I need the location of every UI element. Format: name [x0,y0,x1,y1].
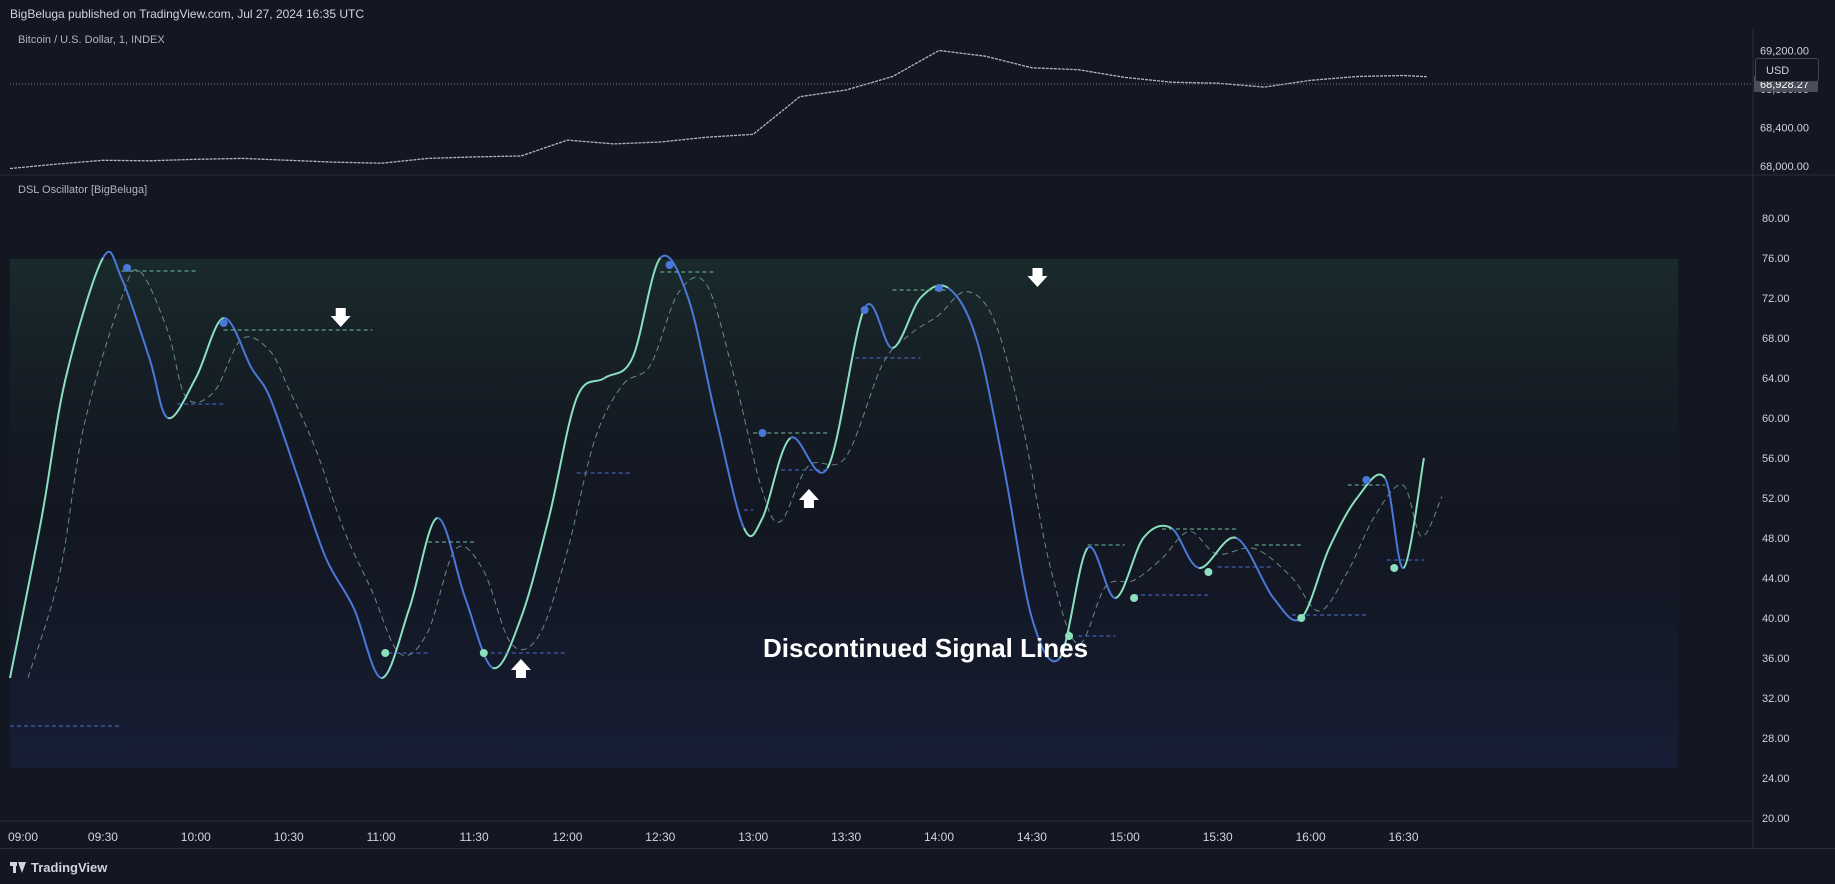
price-series-layer [9,49,1427,170]
cross-dot [123,264,132,272]
osc-tick-label: 24.00 [1762,773,1790,785]
symbol-title[interactable]: Bitcoin / U.S. Dollar, 1, INDEX [18,34,165,46]
cross-dot [860,306,869,314]
publish-info: BigBeluga published on TradingView.com, … [10,7,365,21]
price-line [9,49,1427,170]
time-tick-label: 16:30 [1389,830,1419,844]
osc-tick-label: 40.00 [1762,613,1790,625]
cross-dot [758,429,767,437]
time-tick-label: 12:00 [552,830,582,844]
osc-tick-label: 52.00 [1762,493,1790,505]
time-tick-label: 11:00 [367,830,396,844]
time-tick-label: 11:30 [460,830,489,844]
osc-tick-label: 80.00 [1762,213,1790,225]
osc-tick-label: 44.00 [1762,573,1790,585]
cross-dot [935,284,943,292]
currency-button[interactable]: USD [1755,58,1819,82]
annotation-text: Discontinued Signal Lines [763,633,1088,663]
cross-dot [1130,594,1139,602]
publish-header: BigBeluga published on TradingView.com, … [0,0,1835,29]
osc-tick-label: 60.00 [1762,413,1790,425]
tradingview-logo-icon [10,862,26,873]
cross-dot [479,649,488,657]
chart-canvas[interactable]: 09:00 09:30 10:00 10:30 11:00 11:30 12:00 12:30… [0,28,1835,848]
time-tick-label: 09:30 [88,830,118,844]
tradingview-brand: TradingView [31,860,108,875]
cross-dot [381,649,390,657]
time-tick-label: 09:00 [8,830,38,844]
time-tick-label: 13:30 [831,830,861,844]
time-tick-label: 10:00 [181,830,211,844]
osc-tick-label: 76.00 [1762,253,1790,265]
price-tick-label: 68,000.00 [1760,161,1809,173]
time-tick-label: 16:00 [1296,830,1326,844]
time-tick-label: 10:30 [274,830,304,844]
cross-dot [665,261,674,269]
cross-dot [219,319,228,327]
oscillator-zone [10,259,1678,768]
osc-tick-label: 48.00 [1762,533,1790,545]
osc-tick-label: 36.00 [1762,653,1790,665]
tradingview-logo[interactable]: TradingView [10,860,107,875]
osc-tick-label: 28.00 [1762,733,1790,745]
osc-tick-label: 64.00 [1762,373,1790,385]
cross-dot [1390,564,1399,572]
footer: TradingView [0,848,1835,884]
osc-tick-label: 72.00 [1762,293,1790,305]
osc-tick-label: 20.00 [1762,813,1790,825]
cross-dot [1362,476,1371,484]
osc-tick-label: 68.00 [1762,333,1790,345]
time-tick-label: 14:30 [1017,830,1047,844]
cross-dot [1297,614,1306,622]
time-tick-label: 14:00 [924,830,954,844]
osc-tick-label: 56.00 [1762,453,1790,465]
price-tick-label: 69,200.00 [1760,45,1809,57]
chart-area[interactable]: 09:00 09:30 10:00 10:30 11:00 11:30 12:00 12:30… [0,28,1835,848]
time-tick-label: 15:00 [1110,830,1140,844]
osc-tick-label: 32.00 [1762,693,1790,705]
time-tick-label: 13:00 [738,830,768,844]
cross-dot [1204,568,1213,576]
time-tick-label: 15:30 [1203,830,1233,844]
time-tick-label: 12:30 [645,830,675,844]
price-tick-label: 68,400.00 [1760,123,1809,135]
indicator-title[interactable]: DSL Oscillator [BigBeluga] [18,184,147,196]
